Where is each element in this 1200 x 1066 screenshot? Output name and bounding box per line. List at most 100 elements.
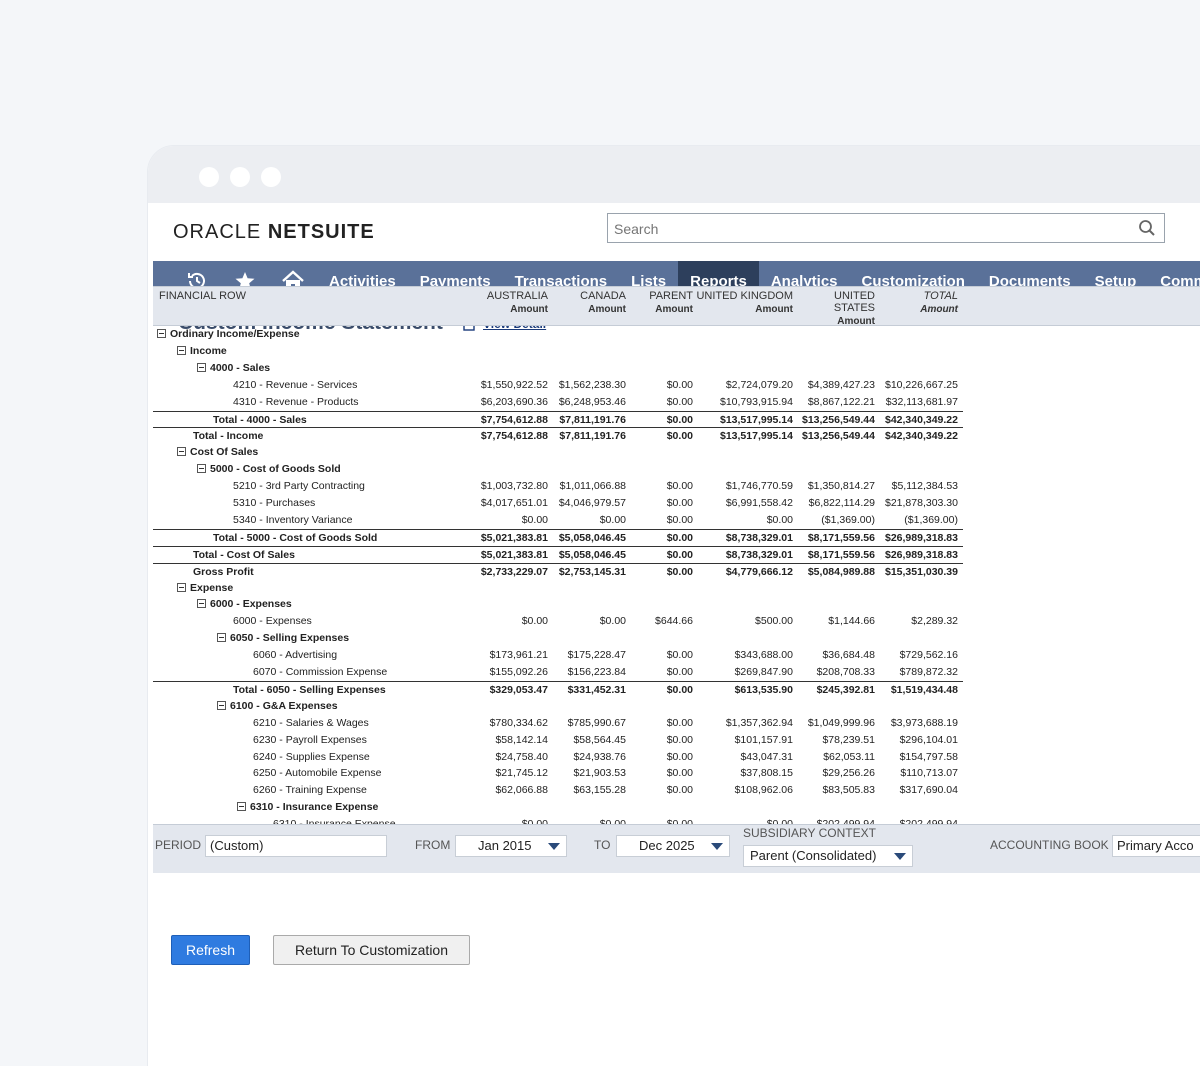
amount-cell[interactable]: $10,226,667.25: [868, 377, 958, 393]
amount-cell[interactable]: $0.00: [603, 478, 693, 494]
amount-cell[interactable]: $1,003,732.80: [458, 478, 548, 494]
column-header[interactable]: UNITED STATES Amount: [790, 290, 875, 327]
amount-cell[interactable]: $0.00: [603, 530, 693, 546]
oracle-netsuite-logo[interactable]: ORACLE NETSUITE: [173, 221, 375, 244]
collapse-toggle-icon[interactable]: [157, 329, 166, 338]
collapse-toggle-icon[interactable]: [217, 633, 226, 643]
row-label[interactable]: 5000 - Cost of Goods Sold: [210, 463, 341, 475]
amount-cell[interactable]: $317,690.04: [868, 782, 958, 798]
column-header[interactable]: TOTAL Amount: [888, 290, 958, 315]
amount-cell[interactable]: $21,878,303.30: [868, 495, 958, 511]
amount-cell[interactable]: ($1,369.00): [785, 512, 875, 528]
amount-cell[interactable]: $0.00: [603, 495, 693, 511]
amount-cell[interactable]: $0.00: [603, 547, 693, 563]
amount-cell[interactable]: $269,847.90: [703, 664, 793, 680]
amount-cell[interactable]: $6,203,690.36: [458, 394, 548, 410]
amount-cell[interactable]: $1,350,814.27: [785, 478, 875, 494]
amount-cell[interactable]: ($1,369.00): [868, 512, 958, 528]
row-label[interactable]: 6310 - Insurance Expense: [250, 801, 378, 813]
amount-cell[interactable]: $4,779,666.12: [703, 564, 793, 580]
amount-cell[interactable]: $245,392.81: [785, 682, 875, 698]
amount-cell[interactable]: $62,066.88: [458, 782, 548, 798]
amount-cell[interactable]: $43,047.31: [703, 749, 793, 765]
search-icon[interactable]: [1138, 219, 1156, 237]
amount-cell[interactable]: $7,754,612.88: [458, 428, 548, 444]
amount-cell[interactable]: $0.00: [603, 394, 693, 410]
amount-cell[interactable]: $8,738,329.01: [703, 530, 793, 546]
column-header[interactable]: UNITED KINGDOM Amount: [693, 290, 793, 315]
amount-cell[interactable]: $5,021,383.81: [458, 530, 548, 546]
amount-cell[interactable]: $13,256,549.44: [785, 428, 875, 444]
amount-cell[interactable]: $789,872.32: [868, 664, 958, 680]
amount-cell[interactable]: $0.00: [603, 732, 693, 748]
amount-cell[interactable]: $15,351,030.39: [868, 564, 958, 580]
amount-cell[interactable]: $29,256.26: [785, 765, 875, 781]
amount-cell[interactable]: $613,535.90: [703, 682, 793, 698]
amount-cell[interactable]: $8,738,329.01: [703, 547, 793, 563]
amount-cell[interactable]: $780,334.62: [458, 715, 548, 731]
row-label[interactable]: 6050 - Selling Expenses: [230, 632, 349, 644]
amount-cell[interactable]: $26,989,318.83: [868, 547, 958, 563]
amount-cell[interactable]: $0.00: [603, 765, 693, 781]
amount-cell[interactable]: $1,550,922.52: [458, 377, 548, 393]
amount-cell[interactable]: $0.00: [603, 512, 693, 528]
to-select[interactable]: Dec 2025: [616, 835, 730, 857]
amount-cell[interactable]: $0.00: [703, 816, 793, 824]
row-label[interactable]: Income: [190, 345, 227, 357]
row-label[interactable]: Cost Of Sales: [190, 446, 258, 458]
amount-cell[interactable]: $1,144.66: [785, 613, 875, 629]
amount-cell[interactable]: $78,239.51: [785, 732, 875, 748]
period-field[interactable]: (Custom): [205, 835, 387, 857]
amount-cell[interactable]: $729,562.16: [868, 647, 958, 663]
collapse-toggle-icon[interactable]: [217, 700, 226, 710]
amount-cell[interactable]: $32,113,681.97: [868, 394, 958, 410]
collapse-toggle-icon[interactable]: [177, 447, 186, 457]
amount-cell[interactable]: $0.00: [603, 782, 693, 798]
amount-cell[interactable]: $202,499.94: [868, 816, 958, 824]
amount-cell[interactable]: $0.00: [458, 512, 548, 528]
amount-cell[interactable]: $500.00: [703, 613, 793, 629]
collapse-toggle-icon[interactable]: [177, 345, 186, 355]
search-box[interactable]: [607, 213, 1165, 243]
row-label[interactable]: Expense: [190, 582, 233, 594]
subsidiary-select[interactable]: Parent (Consolidated): [743, 845, 913, 867]
amount-cell[interactable]: $108,962.06: [703, 782, 793, 798]
amount-cell[interactable]: $0.00: [603, 749, 693, 765]
amount-cell[interactable]: $13,517,995.14: [703, 412, 793, 428]
amount-cell[interactable]: $0.00: [603, 664, 693, 680]
amount-cell[interactable]: $13,517,995.14: [703, 428, 793, 444]
amount-cell[interactable]: $5,021,383.81: [458, 547, 548, 563]
search-input[interactable]: [612, 215, 1126, 243]
column-header[interactable]: PARENT Amount: [633, 290, 693, 315]
row-label[interactable]: 4000 - Sales: [210, 362, 270, 374]
amount-cell[interactable]: $0.00: [703, 512, 793, 528]
column-header[interactable]: CANADA Amount: [556, 290, 626, 315]
amount-cell[interactable]: $2,289.32: [868, 613, 958, 629]
amount-cell[interactable]: $6,991,558.42: [703, 495, 793, 511]
amount-cell[interactable]: $155,092.26: [458, 664, 548, 680]
amount-cell[interactable]: $13,256,549.44: [785, 412, 875, 428]
amount-cell[interactable]: $8,171,559.56: [785, 530, 875, 546]
amount-cell[interactable]: $0.00: [458, 816, 548, 824]
amount-cell[interactable]: $0.00: [603, 682, 693, 698]
amount-cell[interactable]: $644.66: [603, 613, 693, 629]
amount-cell[interactable]: $208,708.33: [785, 664, 875, 680]
collapse-toggle-icon[interactable]: [197, 362, 206, 372]
amount-cell[interactable]: $58,142.14: [458, 732, 548, 748]
amount-cell[interactable]: $2,724,079.20: [703, 377, 793, 393]
amount-cell[interactable]: $0.00: [603, 428, 693, 444]
amount-cell[interactable]: $6,822,114.29: [785, 495, 875, 511]
amount-cell[interactable]: $4,017,651.01: [458, 495, 548, 511]
row-label[interactable]: 6000 - Expenses: [210, 598, 292, 610]
amount-cell[interactable]: $8,171,559.56: [785, 547, 875, 563]
accounting-book-select[interactable]: Primary Acco: [1112, 835, 1200, 857]
amount-cell[interactable]: $7,754,612.88: [458, 412, 548, 428]
amount-cell[interactable]: $24,758.40: [458, 749, 548, 765]
amount-cell[interactable]: $62,053.11: [785, 749, 875, 765]
amount-cell[interactable]: $0.00: [603, 816, 693, 824]
amount-cell[interactable]: $5,112,384.53: [868, 478, 958, 494]
amount-cell[interactable]: $5,084,989.88: [785, 564, 875, 580]
amount-cell[interactable]: $2,733,229.07: [458, 564, 548, 580]
amount-cell[interactable]: $329,053.47: [458, 682, 548, 698]
from-select[interactable]: Jan 2015: [455, 835, 567, 857]
